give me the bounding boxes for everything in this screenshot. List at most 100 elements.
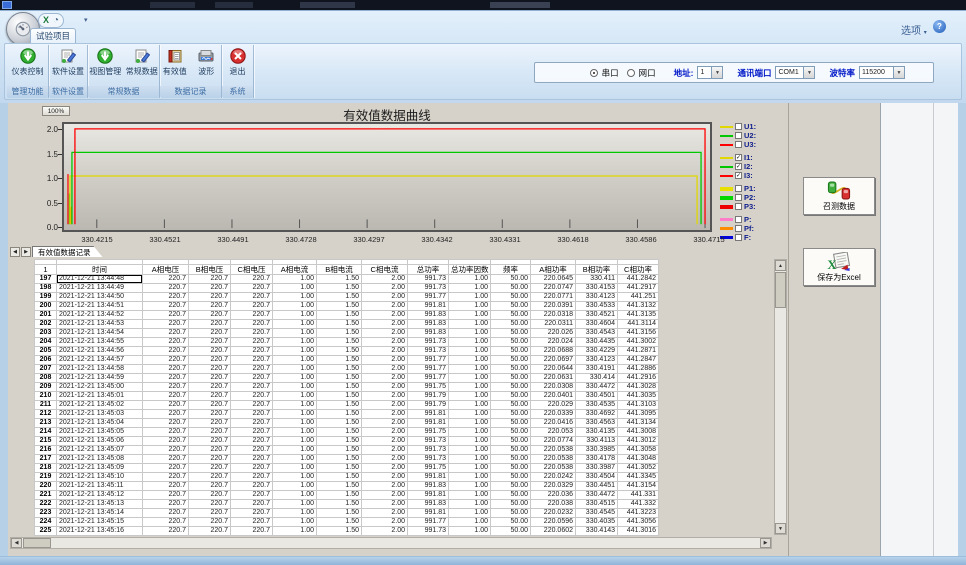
value-cell[interactable]: 2.00 [362, 428, 408, 437]
value-cell[interactable]: 1.00 [449, 437, 491, 446]
value-cell[interactable]: 441.3052 [618, 464, 659, 473]
time-cell[interactable]: 2021-12-21 13:45:10 [57, 473, 143, 482]
value-cell[interactable]: 1.00 [273, 410, 317, 419]
value-cell[interactable]: 991.81 [408, 302, 449, 311]
value-cell[interactable]: 220.7 [231, 527, 273, 536]
time-cell[interactable]: 2021-12-21 13:45:13 [57, 500, 143, 509]
value-cell[interactable]: 991.81 [408, 473, 449, 482]
value-cell[interactable]: 991.77 [408, 518, 449, 527]
value-cell[interactable]: 220.7 [143, 410, 189, 419]
value-cell[interactable]: 50.00 [491, 401, 531, 410]
value-cell[interactable]: 220.036 [531, 491, 576, 500]
scroll-left-icon[interactable]: ◀ [11, 538, 22, 548]
value-cell[interactable]: 1.00 [273, 383, 317, 392]
time-cell[interactable]: 2021-12-21 13:44:56 [57, 347, 143, 356]
dropdown-arrow-icon[interactable]: ▼ [803, 67, 814, 78]
value-cell[interactable]: 1.50 [317, 437, 362, 446]
value-cell[interactable]: 50.00 [491, 482, 531, 491]
value-cell[interactable]: 1.00 [449, 374, 491, 383]
time-cell[interactable]: 2021-12-21 13:44:52 [57, 311, 143, 320]
value-cell[interactable]: 991.77 [408, 365, 449, 374]
time-cell[interactable]: 2021-12-21 13:44:59 [57, 374, 143, 383]
value-cell[interactable]: 330.414 [576, 374, 618, 383]
value-cell[interactable]: 50.00 [491, 419, 531, 428]
time-cell[interactable]: 2021-12-21 13:44:48 [57, 275, 143, 284]
value-cell[interactable]: 1.00 [449, 500, 491, 509]
value-cell[interactable]: 441.3103 [618, 401, 659, 410]
value-cell[interactable]: 441.3156 [618, 329, 659, 338]
address-select[interactable]: 1 ▼ [697, 66, 723, 79]
row-number-cell[interactable]: 218 [35, 464, 57, 473]
value-cell[interactable]: 1.00 [449, 311, 491, 320]
value-cell[interactable]: 220.7 [143, 320, 189, 329]
value-cell[interactable]: 220.0538 [531, 446, 576, 455]
value-cell[interactable]: 50.00 [491, 284, 531, 293]
value-cell[interactable]: 330.4521 [576, 311, 618, 320]
value-cell[interactable]: 330.4563 [576, 419, 618, 428]
value-cell[interactable]: 1.00 [273, 374, 317, 383]
serial-port-radio[interactable] [590, 69, 598, 77]
time-cell[interactable]: 2021-12-21 13:44:57 [57, 356, 143, 365]
time-cell[interactable]: 2021-12-21 13:45:09 [57, 464, 143, 473]
value-cell[interactable]: 330.4178 [576, 455, 618, 464]
titlebar-app-icon[interactable] [2, 1, 12, 9]
value-cell[interactable]: 220.0631 [531, 374, 576, 383]
value-cell[interactable]: 220.7 [231, 473, 273, 482]
time-cell[interactable]: 2021-12-21 13:44:58 [57, 365, 143, 374]
column-header[interactable]: C相功率 [618, 265, 659, 275]
qat-dropdown-caret-icon[interactable]: ▾ [84, 16, 88, 24]
value-cell[interactable]: 1.00 [273, 482, 317, 491]
value-cell[interactable]: 2.00 [362, 500, 408, 509]
value-cell[interactable]: 220.0311 [531, 320, 576, 329]
time-cell[interactable]: 2021-12-21 13:44:50 [57, 293, 143, 302]
value-cell[interactable]: 1.00 [449, 446, 491, 455]
value-cell[interactable]: 2.00 [362, 347, 408, 356]
value-cell[interactable]: 220.7 [189, 437, 231, 446]
value-cell[interactable]: 220.0416 [531, 419, 576, 428]
column-header[interactable]: B相电流 [317, 265, 362, 275]
value-cell[interactable]: 991.75 [408, 383, 449, 392]
value-cell[interactable]: 220.0339 [531, 410, 576, 419]
value-cell[interactable]: 991.73 [408, 275, 449, 284]
save-excel-button[interactable]: X 保存为Excel [803, 248, 875, 286]
value-cell[interactable]: 330.4191 [576, 365, 618, 374]
value-cell[interactable]: 441.3132 [618, 302, 659, 311]
value-cell[interactable]: 220.7 [231, 410, 273, 419]
time-cell[interactable]: 2021-12-21 13:45:07 [57, 446, 143, 455]
legend-checkbox[interactable] [735, 203, 742, 210]
row-number-cell[interactable]: 209 [35, 383, 57, 392]
legend-checkbox[interactable] [735, 141, 742, 148]
value-cell[interactable]: 50.00 [491, 518, 531, 527]
legend-checkbox[interactable]: ✓ [735, 163, 742, 170]
value-cell[interactable]: 220.7 [231, 284, 273, 293]
value-cell[interactable]: 220.0318 [531, 311, 576, 320]
value-cell[interactable]: 1.00 [273, 284, 317, 293]
value-cell[interactable]: 1.00 [273, 518, 317, 527]
row-number-cell[interactable]: 204 [35, 338, 57, 347]
value-cell[interactable]: 1.00 [273, 365, 317, 374]
value-cell[interactable]: 330.4501 [576, 392, 618, 401]
value-cell[interactable]: 1.00 [449, 509, 491, 518]
time-cell[interactable]: 2021-12-21 13:44:55 [57, 338, 143, 347]
value-cell[interactable]: 220.7 [189, 284, 231, 293]
value-cell[interactable]: 220.0329 [531, 482, 576, 491]
row-number-cell[interactable]: 199 [35, 293, 57, 302]
value-cell[interactable]: 220.7 [231, 401, 273, 410]
value-cell[interactable]: 441.3058 [618, 446, 659, 455]
value-cell[interactable]: 1.00 [449, 428, 491, 437]
value-cell[interactable]: 441.2871 [618, 347, 659, 356]
column-header[interactable]: 总功率 [408, 265, 449, 275]
value-cell[interactable]: 220.053 [531, 428, 576, 437]
value-cell[interactable]: 441.3223 [618, 509, 659, 518]
value-cell[interactable]: 2.00 [362, 482, 408, 491]
value-cell[interactable]: 1.00 [273, 437, 317, 446]
value-cell[interactable]: 220.7 [189, 374, 231, 383]
value-cell[interactable]: 220.7 [143, 392, 189, 401]
value-cell[interactable]: 441.3008 [618, 428, 659, 437]
row-number-cell[interactable]: 202 [35, 320, 57, 329]
value-cell[interactable]: 441.3134 [618, 419, 659, 428]
time-cell[interactable]: 2021-12-21 13:45:08 [57, 455, 143, 464]
value-cell[interactable]: 330.4692 [576, 410, 618, 419]
value-cell[interactable]: 2.00 [362, 437, 408, 446]
value-cell[interactable]: 220.7 [231, 311, 273, 320]
